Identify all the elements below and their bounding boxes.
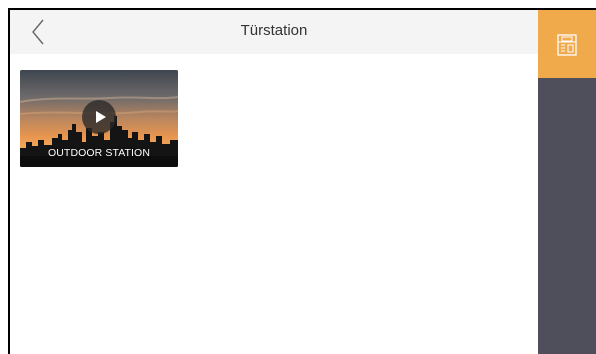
door-station-icon [557,34,577,56]
tile-label: OUTDOOR STATION [47,147,151,159]
app-window: Türstation OUTDOOR STATION [10,10,538,354]
back-button[interactable] [24,16,56,48]
play-button[interactable] [82,100,116,134]
outdoor-station-tile[interactable]: OUTDOOR STATION [20,70,178,167]
sidebar-item-door-station[interactable] [538,10,596,78]
header-bar: Türstation [10,10,538,54]
sidebar [538,10,596,354]
play-icon [96,111,106,123]
page-title: Türstation [240,22,308,39]
chevron-left-icon [32,19,44,45]
content-area: OUTDOOR STATION [10,54,538,354]
